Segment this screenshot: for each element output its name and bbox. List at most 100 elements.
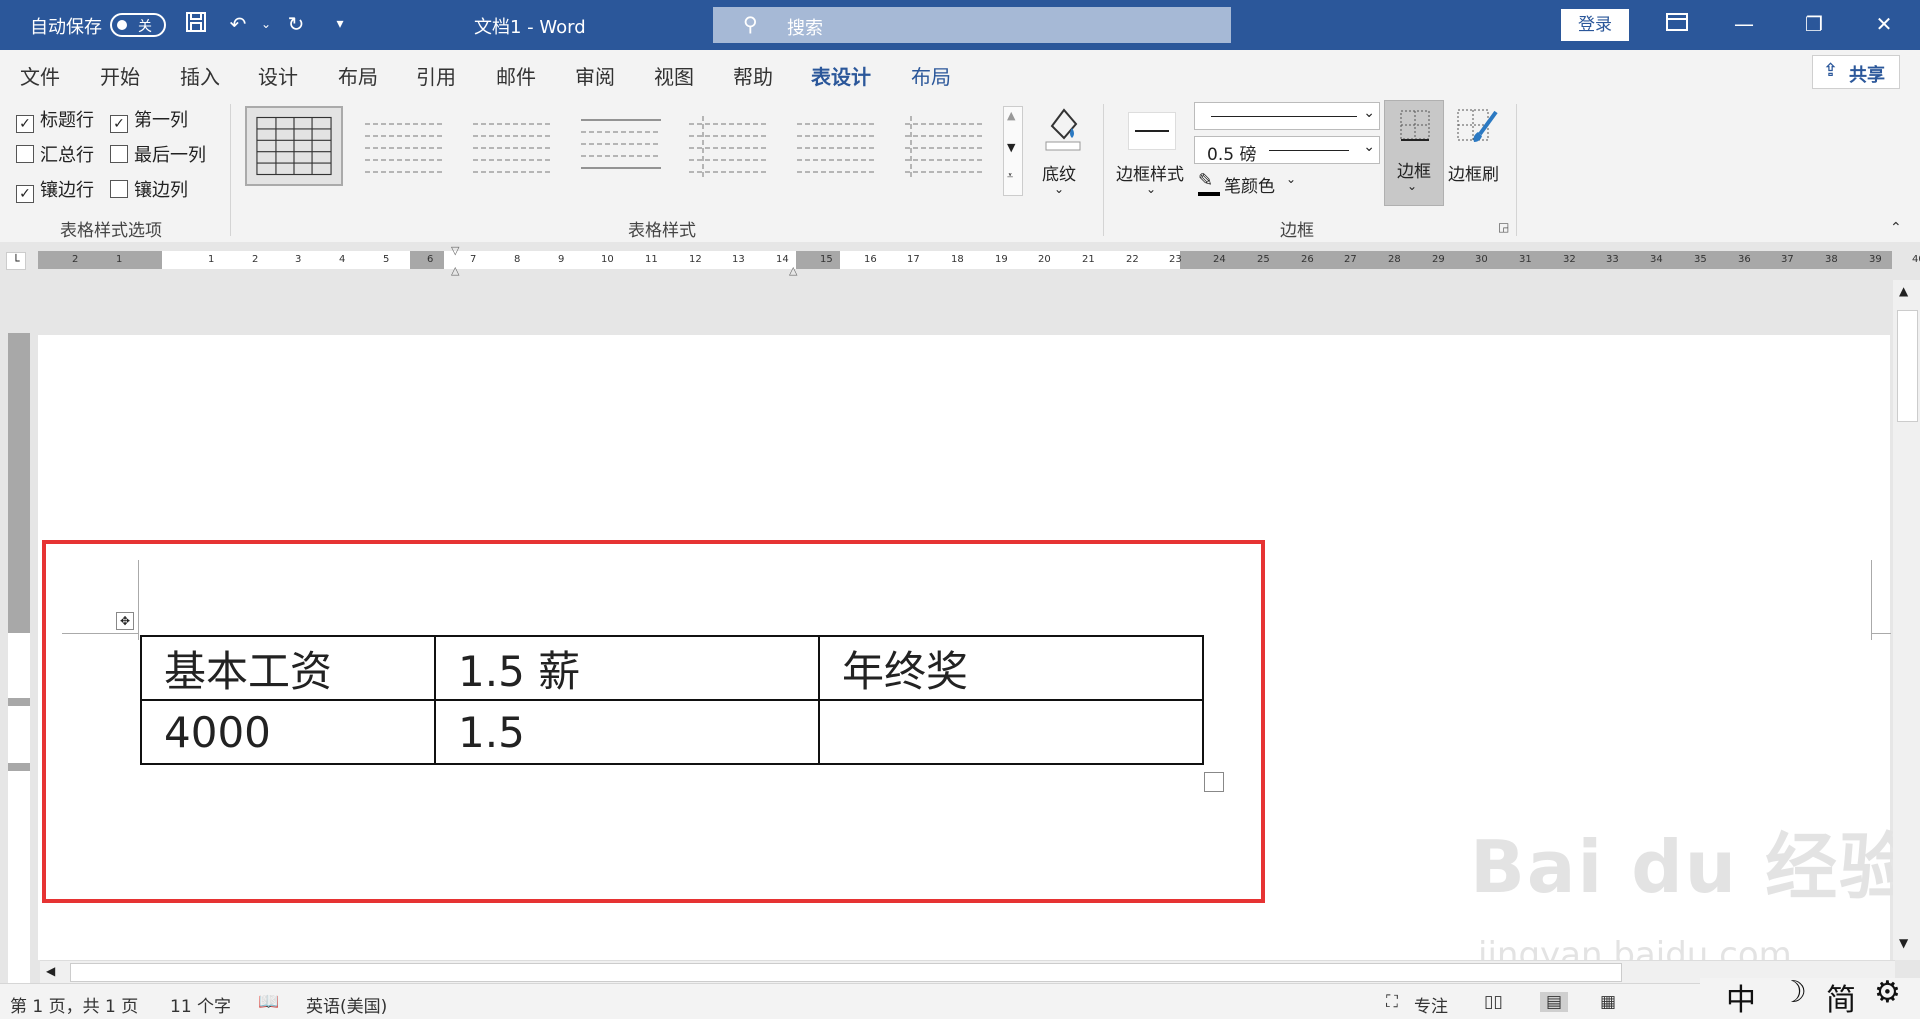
share-button[interactable]: ⇪ 共享 [1812, 55, 1900, 89]
table-style-plain-2[interactable] [463, 106, 561, 186]
web-layout-icon[interactable]: ▦ [1600, 992, 1616, 1012]
ribbon-display-options-icon[interactable] [1663, 10, 1691, 38]
dialog-launcher-icon[interactable]: ◲ [1498, 220, 1509, 234]
tab-selector-icon[interactable]: └ [6, 252, 26, 270]
hscroll-thumb[interactable] [70, 963, 1622, 982]
customize-quick-access-icon[interactable]: ▾ [326, 10, 354, 38]
horizontal-scrollbar[interactable]: ◀ [40, 960, 1895, 983]
undo-dropdown-icon[interactable]: ⌄ [252, 10, 280, 38]
ruler-number: 30 [1475, 254, 1488, 265]
tab-help[interactable]: 帮助 [733, 61, 773, 90]
table-style-plain-6[interactable] [895, 106, 993, 186]
banded-rows-checkbox[interactable]: ✓ 镶边行 [16, 176, 94, 203]
table-move-handle-icon[interactable]: ✥ [116, 612, 134, 630]
ruler-text-area [162, 251, 410, 269]
table-row: 基本工资 1.5 薪 年终奖 [140, 635, 1204, 701]
table-cell[interactable]: 1.5 [434, 699, 820, 765]
proofing-icon[interactable]: 📖 [258, 992, 279, 1012]
table-style-plain-3[interactable] [571, 106, 669, 186]
ruler-number: 37 [1781, 254, 1794, 265]
border-painter-icon [1457, 109, 1498, 142]
tab-home[interactable]: 开始 [100, 61, 140, 90]
table-cell[interactable]: 基本工资 [140, 635, 436, 701]
ruler-number: 12 [689, 254, 702, 265]
hanging-indent-marker[interactable]: △ [451, 264, 459, 277]
horizontal-ruler[interactable]: └ 2 1 1 2 3 4 5 6 7 8 9 10 11 12 13 14 15 16 17 18 19 20 21 2… [0, 242, 1920, 277]
line-weight-dropdown[interactable]: 0.5 磅 ⌄ [1194, 136, 1380, 165]
print-layout-icon[interactable]: ▤ [1540, 992, 1569, 1012]
ruler-number: 38 [1825, 254, 1838, 265]
ruler-number: 34 [1650, 254, 1663, 265]
minimize-icon[interactable]: — [1730, 10, 1758, 38]
table-style-plain-4[interactable] [679, 106, 777, 186]
ruler-number: 31 [1519, 254, 1532, 265]
gallery-up-icon[interactable]: ▲ [1007, 109, 1015, 122]
restore-icon[interactable]: ❐ [1800, 10, 1828, 38]
last-column-checkbox[interactable]: 最后一列 [110, 141, 206, 167]
banded-columns-checkbox[interactable]: 镶边列 [110, 176, 188, 202]
save-icon[interactable] [182, 10, 210, 38]
scroll-thumb[interactable] [1897, 310, 1918, 422]
header-row-checkbox[interactable]: ✓ 标题行 [16, 106, 94, 133]
scroll-left-icon[interactable]: ◀ [46, 964, 55, 978]
table-style-grid[interactable] [245, 106, 343, 186]
tab-table-layout[interactable]: 布局 [911, 61, 951, 90]
table-cell[interactable]: 4000 [140, 699, 436, 765]
gallery-more-icon[interactable]: ⩡ [1007, 169, 1013, 183]
tab-review[interactable]: 审阅 [575, 61, 615, 90]
tab-references[interactable]: 引用 [416, 61, 456, 90]
ime-chinese[interactable]: 中 [1726, 975, 1756, 1019]
right-indent-marker[interactable]: △ [789, 264, 797, 277]
page-count[interactable]: 第 1 页，共 1 页 [10, 992, 138, 1017]
ruler-number: 17 [907, 254, 920, 265]
first-line-indent-marker[interactable]: ▽ [451, 244, 459, 257]
gear-icon[interactable]: ⚙ [1874, 975, 1901, 1010]
redo-icon[interactable]: ↻ [282, 10, 310, 38]
undo-icon[interactable]: ↶ [224, 10, 252, 38]
gallery-scroll[interactable]: ▲ ▼ ⩡ [1003, 106, 1023, 196]
search-box[interactable]: ⚲ 搜索 [713, 7, 1231, 43]
tab-table-design[interactable]: 表设计 [811, 61, 871, 99]
focus-label[interactable]: 专注 [1414, 992, 1448, 1017]
table-cell[interactable] [818, 699, 1204, 765]
moon-icon[interactable]: ☽ [1780, 975, 1807, 1010]
data-table[interactable]: 基本工资 1.5 薪 年终奖 4000 1.5 [140, 635, 1204, 765]
autosave-toggle[interactable]: 关 [110, 13, 166, 37]
pen-color-button[interactable]: ✎ 笔颜色 ⌄ [1198, 170, 1308, 198]
first-column-label: 第一列 [134, 110, 188, 131]
close-icon[interactable]: ✕ [1870, 10, 1898, 38]
tab-file[interactable]: 文件 [20, 61, 60, 90]
read-mode-icon[interactable]: ▯▯ [1484, 992, 1503, 1012]
login-button[interactable]: 登录 [1561, 9, 1629, 41]
word-count[interactable]: 11 个字 [170, 992, 231, 1017]
ruler-number: 4 [339, 254, 346, 265]
line-style-dropdown[interactable]: ⌄ [1194, 102, 1380, 130]
table-resize-handle[interactable] [1204, 772, 1224, 792]
gallery-down-icon[interactable]: ▼ [1007, 141, 1015, 154]
focus-icon[interactable]: ⛶ [1386, 992, 1398, 1012]
watermark-logo: Bai du 经验 [1470, 825, 1914, 909]
tab-layout[interactable]: 布局 [338, 61, 378, 90]
border-painter-button[interactable]: 边框刷 [1446, 102, 1506, 202]
scroll-down-icon[interactable]: ▼ [1899, 936, 1908, 950]
tab-mailings[interactable]: 邮件 [496, 61, 536, 90]
table-cell[interactable]: 1.5 薪 [434, 635, 820, 701]
table-cell[interactable]: 年终奖 [818, 635, 1204, 701]
language-indicator[interactable]: 英语(美国) [306, 992, 387, 1017]
ime-simplified[interactable]: 简 [1826, 975, 1856, 1019]
table-style-plain-5[interactable] [787, 106, 885, 186]
scroll-up-icon[interactable]: ▲ [1899, 284, 1908, 298]
first-column-checkbox[interactable]: ✓ 第一列 [110, 106, 188, 133]
shading-button[interactable]: 底纹 ⌄ [1030, 102, 1090, 202]
tab-design[interactable]: 设计 [258, 61, 298, 90]
table-style-plain-1[interactable] [355, 106, 453, 186]
share-label: 共享 [1849, 65, 1885, 86]
vertical-ruler[interactable] [8, 333, 30, 983]
vertical-scrollbar[interactable]: ▲ ▼ [1893, 280, 1920, 960]
border-styles-button[interactable]: 边框样式 ⌄ [1114, 102, 1190, 202]
collapse-ribbon-icon[interactable]: ⌃ [1890, 220, 1902, 236]
total-row-checkbox[interactable]: 汇总行 [16, 141, 94, 167]
borders-button[interactable]: 边框 ⌄ [1384, 100, 1444, 206]
tab-view[interactable]: 视图 [654, 61, 694, 90]
tab-insert[interactable]: 插入 [180, 61, 220, 90]
